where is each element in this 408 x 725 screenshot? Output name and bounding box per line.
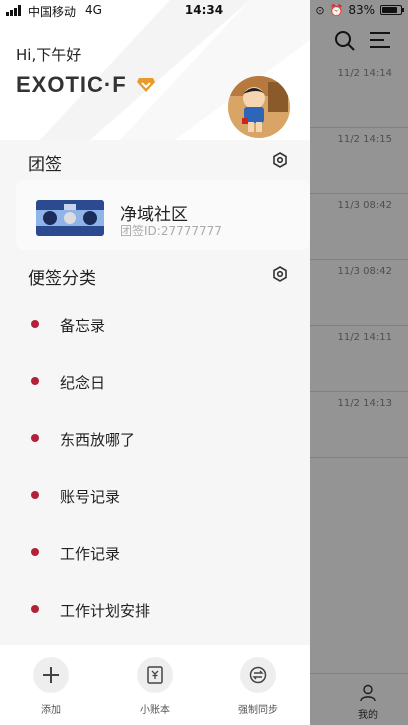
category-label: 工作记录 — [60, 545, 121, 563]
force-sync-button[interactable]: 强制同步 — [228, 657, 288, 716]
plus-icon — [43, 667, 59, 683]
status-bar: 中国移动 4G 14:34 ⊙ ⏰ 83% — [0, 0, 408, 22]
ledger-icon — [147, 666, 163, 684]
drawer-bottom-bar: 添加 小账本 强制同步 — [0, 645, 310, 725]
ledger-button[interactable]: 小账本 — [125, 657, 185, 716]
alarm-icon: ⏰ — [329, 3, 344, 17]
username: EXOTIC·F — [16, 72, 127, 97]
category-dot-icon — [31, 548, 39, 556]
category-dot-icon — [31, 377, 39, 385]
team-thumbnail — [36, 200, 104, 236]
category-item[interactable]: 东西放哪了 — [0, 418, 310, 458]
category-dot-icon — [31, 605, 39, 613]
force-sync-button-label: 强制同步 — [238, 705, 278, 716]
avatar[interactable] — [228, 76, 290, 138]
category-item[interactable]: 工作计划安排 — [0, 589, 310, 629]
ledger-button-label: 小账本 — [140, 705, 170, 716]
category-label: 备忘录 — [60, 317, 106, 335]
orientation-lock-icon: ⊙ — [315, 3, 325, 17]
category-item[interactable]: 工作记录 — [0, 532, 310, 572]
category-label: 纪念日 — [60, 374, 106, 392]
vip-diamond-icon[interactable] — [136, 77, 156, 93]
battery-icon — [380, 5, 404, 15]
sync-icon — [249, 666, 267, 684]
team-id: 团签ID:27777777 — [120, 224, 222, 238]
battery-percent: 83% — [348, 3, 375, 17]
category-dot-icon — [31, 491, 39, 499]
category-settings-gear-icon[interactable] — [272, 266, 288, 282]
add-button-label: 添加 — [41, 705, 61, 716]
category-dot-icon — [31, 434, 39, 442]
category-item[interactable]: 备忘录 — [0, 304, 310, 344]
team-settings-gear-icon[interactable] — [272, 152, 288, 168]
category-section-title: 便签分类 — [28, 269, 96, 289]
team-card[interactable]: 净域社区 团签ID:27777777 — [16, 180, 310, 250]
side-drawer: Hi,下午好 EXOTIC·F 团签 净域社区 团签ID:27777777 便签… — [0, 0, 310, 725]
team-section-title: 团签 — [28, 155, 62, 175]
add-button[interactable]: 添加 — [21, 657, 81, 716]
category-label: 账号记录 — [60, 488, 121, 506]
category-item[interactable]: 纪念日 — [0, 361, 310, 401]
greeting-text: Hi,下午好 — [16, 46, 82, 64]
category-label: 工作计划安排 — [60, 602, 151, 620]
category-dot-icon — [31, 320, 39, 328]
category-item[interactable]: 账号记录 — [0, 475, 310, 515]
category-label: 东西放哪了 — [60, 431, 136, 449]
